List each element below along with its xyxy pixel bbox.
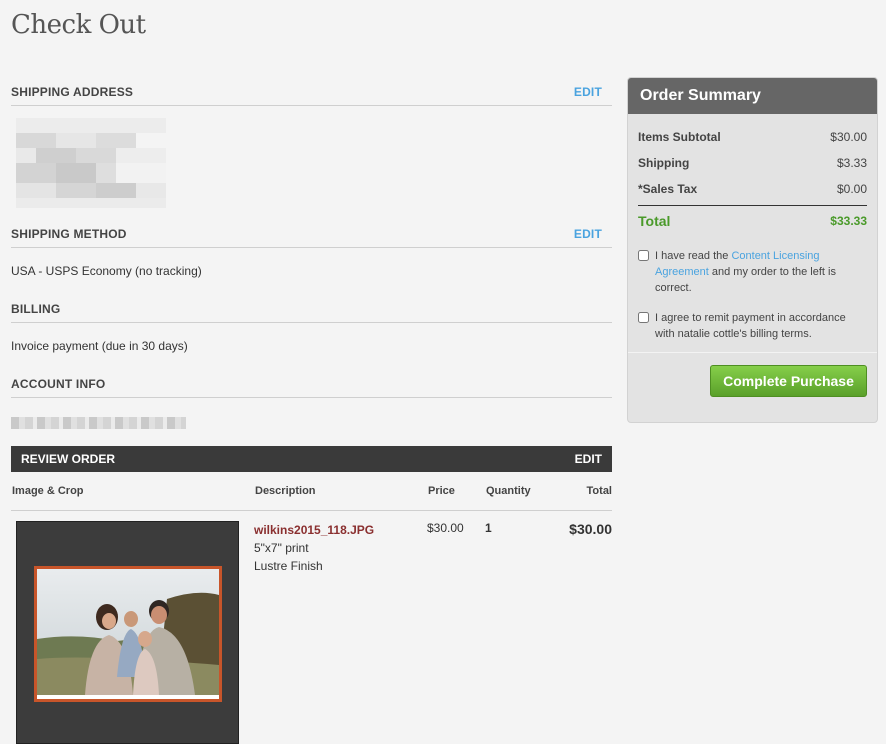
item-total: $30.00 <box>569 521 612 537</box>
checkout-main: SHIPPING ADDRESS EDIT SHIPPING METHOD ED… <box>11 78 612 744</box>
crop-box[interactable] <box>34 566 222 702</box>
billing-heading: BILLING <box>11 301 61 316</box>
complete-purchase-button[interactable]: Complete Purchase <box>710 365 867 397</box>
order-summary-panel: Order Summary Items Subtotal $30.00 Ship… <box>627 77 878 423</box>
order-table-header: Image & Crop Description Price Quantity … <box>11 472 612 511</box>
shipping-address-edit-link[interactable]: EDIT <box>574 85 602 99</box>
review-order-bar: REVIEW ORDER EDIT <box>11 446 612 472</box>
col-description: Description <box>255 485 316 497</box>
family-photo <box>37 569 219 695</box>
billing-terms-row: I agree to remit payment in accordance w… <box>628 310 877 353</box>
col-image-crop: Image & Crop <box>12 485 84 497</box>
item-description: wilkins2015_118.JPG 5"x7" print Lustre F… <box>254 521 427 744</box>
shipping-address-header: SHIPPING ADDRESS EDIT <box>11 78 612 106</box>
summary-line-subtotal: Items Subtotal $30.00 <box>638 130 867 144</box>
redacted-address <box>11 118 171 208</box>
shipping-method-header: SHIPPING METHOD EDIT <box>11 220 612 248</box>
page-title: Check Out <box>11 10 146 40</box>
item-quantity: 1 <box>485 521 492 535</box>
licensing-agreement-checkbox[interactable] <box>638 250 649 261</box>
account-info-header: ACCOUNT INFO <box>11 370 612 398</box>
order-summary-title: Order Summary <box>628 78 877 114</box>
image-crop-preview[interactable] <box>16 521 239 744</box>
shipping-address-heading: SHIPPING ADDRESS <box>11 84 134 99</box>
col-total: Total <box>586 485 612 497</box>
shipping-method-heading: SHIPPING METHOD <box>11 226 127 241</box>
billing-value: Invoice payment (due in 30 days) <box>11 339 188 353</box>
col-price: Price <box>428 485 455 497</box>
summary-total: Total $33.33 <box>638 205 867 234</box>
licensing-agreement-row: I have read the Content Licensing Agreem… <box>628 248 877 296</box>
table-row: wilkins2015_118.JPG 5"x7" print Lustre F… <box>11 511 612 744</box>
item-finish: Lustre Finish <box>254 559 323 573</box>
summary-line-sales-tax: *Sales Tax $0.00 <box>638 182 867 196</box>
shipping-method-value: USA - USPS Economy (no tracking) <box>11 264 202 278</box>
item-size: 5"x7" print <box>254 541 309 555</box>
shipping-method-edit-link[interactable]: EDIT <box>574 227 602 241</box>
billing-header: BILLING <box>11 295 612 323</box>
summary-line-shipping: Shipping $3.33 <box>638 156 867 170</box>
redacted-account-email <box>11 417 186 429</box>
review-order-edit-link[interactable]: EDIT <box>575 452 602 466</box>
billing-terms-checkbox[interactable] <box>638 312 649 323</box>
item-filename[interactable]: wilkins2015_118.JPG <box>254 521 427 539</box>
account-info-heading: ACCOUNT INFO <box>11 376 106 391</box>
col-quantity: Quantity <box>486 485 531 497</box>
review-order-heading: REVIEW ORDER <box>21 452 116 466</box>
item-price: $30.00 <box>427 521 464 535</box>
